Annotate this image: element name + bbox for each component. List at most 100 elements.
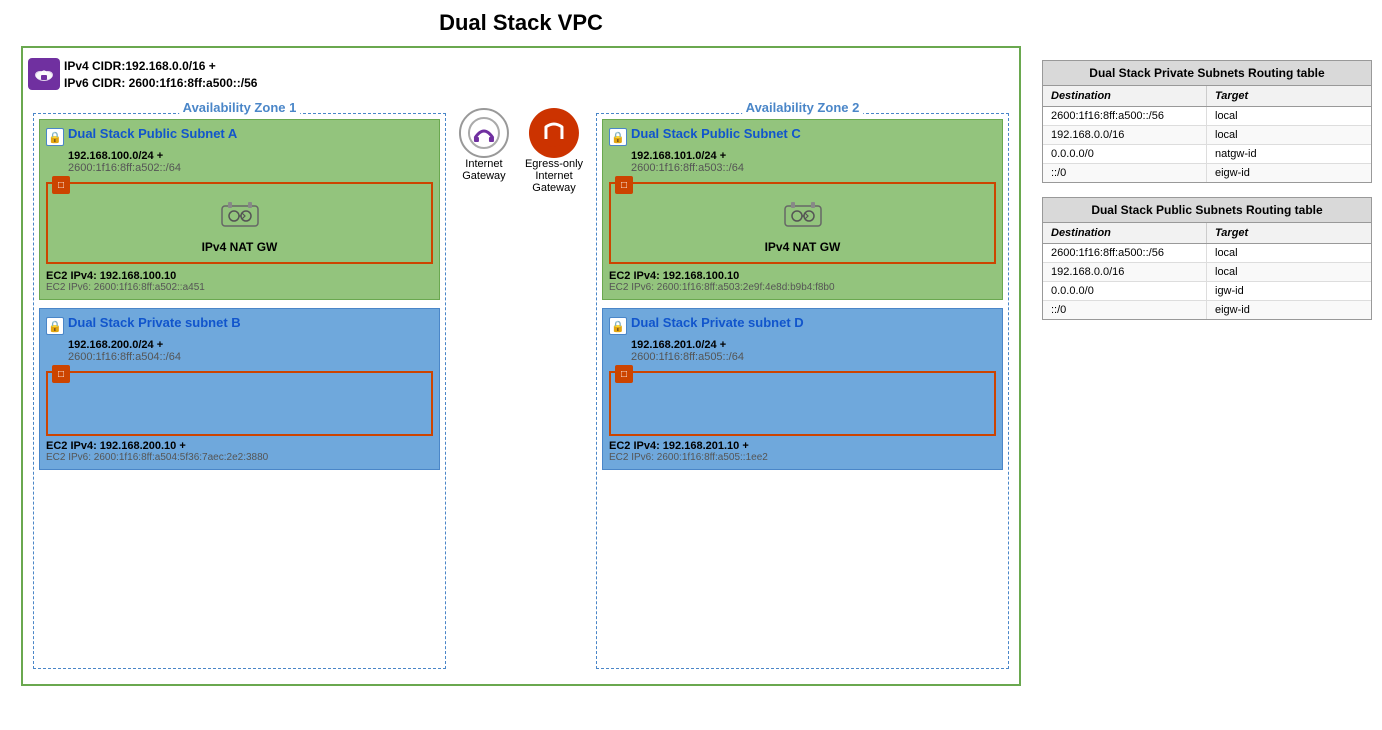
az1-public-subnet-name: Dual Stack Public Subnet A (68, 126, 237, 141)
rt-target: local (1207, 126, 1371, 144)
table-row: 2600:1f16:8ff:a500::/56local (1043, 107, 1371, 126)
vpc-ipv6-cidr: IPv6 CIDR: 2600:1f16:8ff:a500::/56 (64, 75, 257, 92)
private-rt-rows: 2600:1f16:8ff:a500::/56local192.168.0.0/… (1043, 107, 1371, 182)
public-routing-table: Dual Stack Public Subnets Routing table … (1042, 197, 1372, 320)
az1-nat-gw-label: IPv4 NAT GW (202, 240, 278, 254)
az1-private-subnet-ipv6: 2600:1f16:8ff:a504::/64 (68, 351, 433, 363)
az1-ec2-box: □ (46, 371, 433, 436)
table-row: ::/0eigw-id (1043, 301, 1371, 319)
private-routing-table-header: Destination Target (1043, 86, 1371, 107)
az1-label: Availability Zone 1 (179, 100, 301, 115)
rt-dest: 192.168.0.0/16 (1043, 263, 1207, 281)
az1-private-subnet-name: Dual Stack Private subnet B (68, 315, 241, 330)
subnet-lock-icon: 🔒 (46, 128, 64, 146)
private-subnet-lock-icon: 🔒 (46, 317, 64, 335)
table-row: 0.0.0.0/0igw-id (1043, 282, 1371, 301)
rt-target: natgw-id (1207, 145, 1371, 163)
vpc-ipv4-cidr: IPv4 CIDR:192.168.0.0/16 + (64, 58, 257, 75)
public-rt-rows: 2600:1f16:8ff:a500::/56local192.168.0.0/… (1043, 244, 1371, 319)
private-rt-col2: Target (1207, 86, 1371, 106)
eigw-icon (529, 108, 579, 158)
public-routing-table-header: Destination Target (1043, 223, 1371, 244)
rt-dest: 192.168.0.0/16 (1043, 126, 1207, 144)
az2-private-ec2-ipv6: EC2 IPv6: 2600:1f16:8ff:a505::1ee2 (609, 452, 996, 463)
az1-public-subnet-ipv6: 2600:1f16:8ff:a502::/64 (68, 162, 433, 174)
az1-nat-gw-box: □ IPv4 NAT GW (46, 182, 433, 264)
nat-gw-svg (218, 192, 262, 236)
az2-nat-gw-box: □ IPv4 NAT GW (609, 182, 996, 264)
az1-public-subnet-header: 🔒 Dual Stack Public Subnet A (46, 126, 433, 146)
ec2-corner-icon: □ (52, 365, 70, 383)
az1-private-subnet-header: 🔒 Dual Stack Private subnet B (46, 315, 433, 335)
table-row: 0.0.0.0/0natgw-id (1043, 145, 1371, 164)
az2-public-subnet-ipv4: 192.168.101.0/24 + (631, 150, 996, 162)
rt-dest: ::/0 (1043, 164, 1207, 182)
rt-dest: 0.0.0.0/0 (1043, 282, 1207, 300)
vpc-cidr: IPv4 CIDR:192.168.0.0/16 + IPv6 CIDR: 26… (64, 58, 257, 92)
private-routing-table-title: Dual Stack Private Subnets Routing table (1043, 61, 1371, 86)
rt-target: local (1207, 263, 1371, 281)
rt-dest: ::/0 (1043, 301, 1207, 319)
az1-private-ec2-ipv4: EC2 IPv4: 192.168.200.10 + (46, 440, 433, 452)
rt-target: local (1207, 107, 1371, 125)
table-row: 192.168.0.0/16local (1043, 263, 1371, 282)
routing-tables: Dual Stack Private Subnets Routing table… (1042, 10, 1372, 720)
az2-private-ec2-ipv4: EC2 IPv4: 192.168.201.10 + (609, 440, 996, 452)
az2-public-subnet: 🔒 Dual Stack Public Subnet C 192.168.101… (602, 119, 1003, 300)
az2-nat-gw-svg (781, 192, 825, 236)
az2-public-subnet-name: Dual Stack Public Subnet C (631, 126, 801, 141)
internet-gateway: Internet Gateway (459, 108, 509, 182)
nat-gw-corner-icon: □ (52, 176, 70, 194)
egress-only-gateway: Egress-only Internet Gateway (525, 108, 583, 194)
private-rt-col1: Destination (1043, 86, 1207, 106)
az1-public-subnet: 🔒 Dual Stack Public Subnet A 192.168.100… (39, 119, 440, 300)
gateway-area: Internet Gateway (459, 108, 583, 194)
rt-dest: 2600:1f16:8ff:a500::/56 (1043, 244, 1207, 262)
igw-icon (459, 108, 509, 158)
vpc-label: IPv4 CIDR:192.168.0.0/16 + IPv6 CIDR: 26… (28, 58, 257, 92)
igw-label: Internet Gateway (462, 158, 505, 182)
vpc-icon (28, 58, 60, 90)
az2-public-subnet-header: 🔒 Dual Stack Public Subnet C (609, 126, 996, 146)
table-row: 2600:1f16:8ff:a500::/56local (1043, 244, 1371, 263)
eigw-label: Egress-only Internet Gateway (525, 158, 583, 194)
az2-private-subnet-ipv4: 192.168.201.0/24 + (631, 339, 996, 351)
az2-private-subnet-ipv6: 2600:1f16:8ff:a505::/64 (631, 351, 996, 363)
rt-dest: 0.0.0.0/0 (1043, 145, 1207, 163)
az1-public-ec2-ipv4: EC2 IPv4: 192.168.100.10 (46, 270, 433, 282)
gateway-icons: Internet Gateway (459, 108, 583, 194)
table-row: ::/0eigw-id (1043, 164, 1371, 182)
az2-public-ec2-ipv4: EC2 IPv4: 192.168.100.10 (609, 270, 996, 282)
az2-private-subnet-name: Dual Stack Private subnet D (631, 315, 804, 330)
rt-dest: 2600:1f16:8ff:a500::/56 (1043, 107, 1207, 125)
rt-target: igw-id (1207, 282, 1371, 300)
private-routing-table: Dual Stack Private Subnets Routing table… (1042, 60, 1372, 183)
public-routing-table-title: Dual Stack Public Subnets Routing table (1043, 198, 1371, 223)
az1-private-ec2-ipv6: EC2 IPv6: 2600:1f16:8ff:a504:5f36:7aec:2… (46, 452, 433, 463)
az1-public-subnet-ipv4: 192.168.100.0/24 + (68, 150, 433, 162)
az2-public-ec2-ipv6: EC2 IPv6: 2600:1f16:8ff:a503:2e9f:4e8d:b… (609, 282, 996, 293)
diagram-area: Dual Stack VPC IPv4 CIDR:192.168.0.0/16 (10, 10, 1032, 720)
az2-column: Availability Zone 2 🔒 Dual Stack Public … (596, 113, 1009, 669)
rt-target: eigw-id (1207, 164, 1371, 182)
az2-ec2-box: □ (609, 371, 996, 436)
rt-target: local (1207, 244, 1371, 262)
az2-subnet-lock-icon: 🔒 (609, 128, 627, 146)
az2-public-subnet-ipv6: 2600:1f16:8ff:a503::/64 (631, 162, 996, 174)
table-row: 192.168.0.0/16local (1043, 126, 1371, 145)
az2-private-subnet-header: 🔒 Dual Stack Private subnet D (609, 315, 996, 335)
az2-private-lock-icon: 🔒 (609, 317, 627, 335)
az2-nat-gw-label: IPv4 NAT GW (765, 240, 841, 254)
public-rt-col2: Target (1207, 223, 1371, 243)
az1-public-ec2-ipv6: EC2 IPv6: 2600:1f16:8ff:a502::a451 (46, 282, 433, 293)
az2-label: Availability Zone 2 (742, 100, 864, 115)
az2-nat-gw-corner-icon: □ (615, 176, 633, 194)
vpc-box: IPv4 CIDR:192.168.0.0/16 + IPv6 CIDR: 26… (21, 46, 1021, 686)
az2-ec2-corner-icon: □ (615, 365, 633, 383)
az1-private-subnet: 🔒 Dual Stack Private subnet B 192.168.20… (39, 308, 440, 470)
az2-private-subnet: 🔒 Dual Stack Private subnet D 192.168.20… (602, 308, 1003, 470)
rt-target: eigw-id (1207, 301, 1371, 319)
az1-column: Availability Zone 1 🔒 Dual Stack Public … (33, 113, 446, 669)
az1-private-subnet-ipv4: 192.168.200.0/24 + (68, 339, 433, 351)
public-rt-col1: Destination (1043, 223, 1207, 243)
